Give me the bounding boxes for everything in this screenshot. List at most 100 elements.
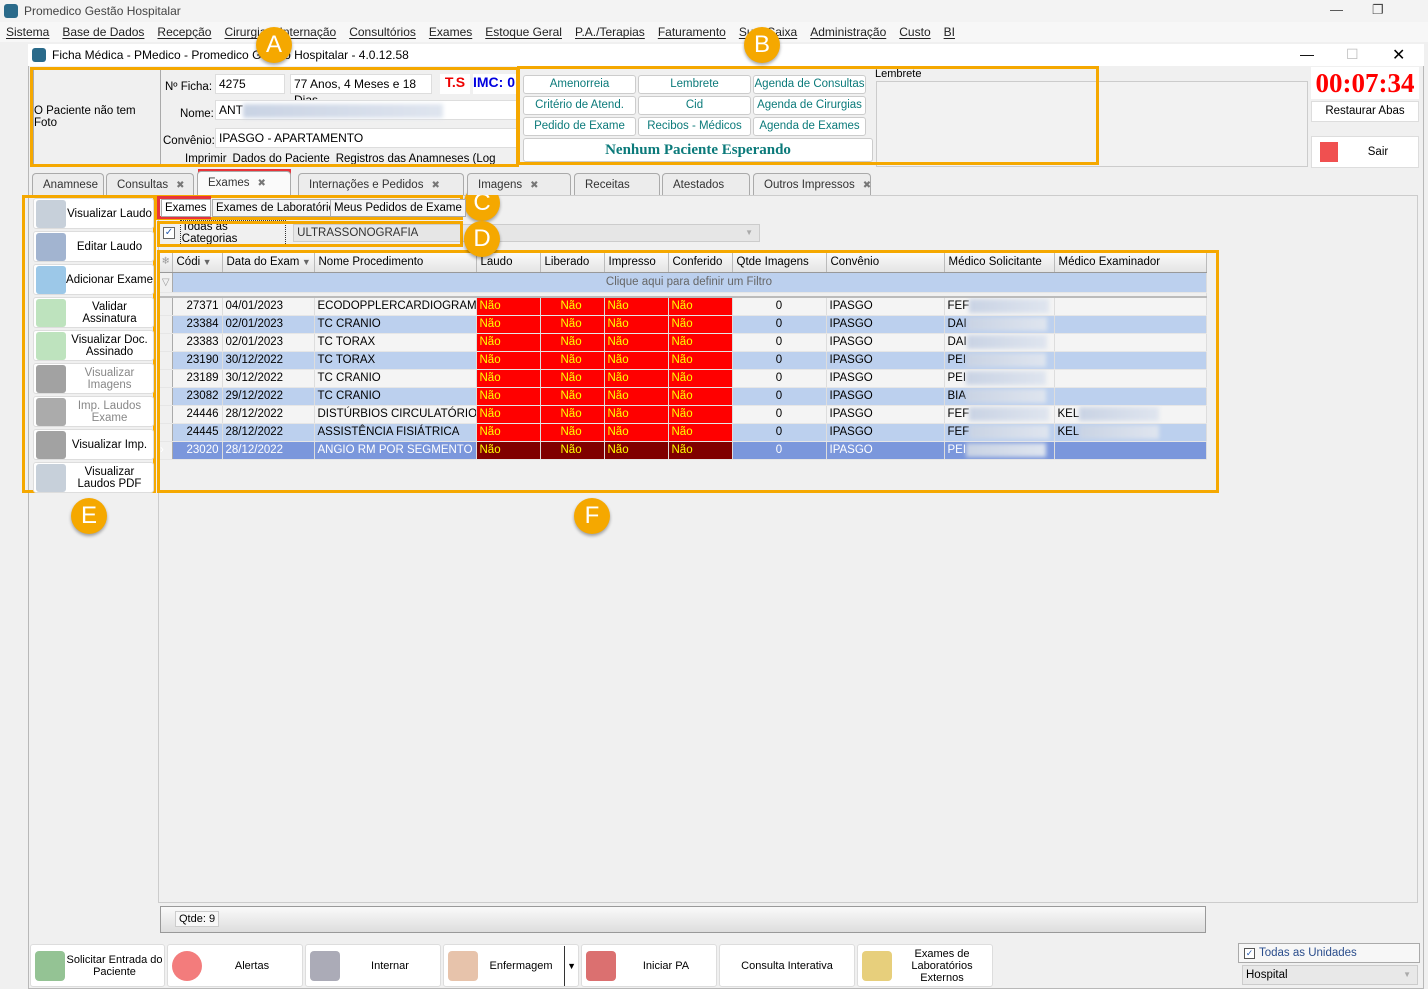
- visualizar-laudo-button[interactable]: Visualizar Laudo: [33, 198, 154, 229]
- close-tab-icon[interactable]: ✖: [431, 180, 439, 191]
- todas-categorias-label[interactable]: Todas as Categorias: [179, 220, 287, 246]
- exames-de-laboratorios-externos-button[interactable]: Exames de Laboratórios Externos: [857, 944, 993, 987]
- column-header-conferido[interactable]: Conferido: [668, 252, 733, 273]
- lembrete-textarea[interactable]: [876, 81, 1308, 167]
- unidade-select[interactable]: Hospital ▼: [1242, 965, 1418, 985]
- editar-laudo-button[interactable]: Editar Laudo: [33, 231, 154, 262]
- menu-estoque-geral[interactable]: Estoque Geral: [485, 25, 562, 39]
- tab-atestados[interactable]: Atestados: [662, 173, 750, 195]
- cell-laudo: Não: [476, 315, 541, 334]
- table-row[interactable]: 23189 30/12/2022 TC CRANIO Não Não Não Não 0 IPA…: [160, 369, 1207, 388]
- table-row[interactable]: 23190 30/12/2022 TC TORAX Não Não Não Não 0 IPAS…: [160, 351, 1207, 370]
- close-tab-icon[interactable]: ✖: [176, 180, 184, 191]
- close-tab-icon[interactable]: ✖: [863, 180, 871, 191]
- todas-unidades-label[interactable]: Todas as Unidades: [1259, 947, 1357, 959]
- close-tab-icon[interactable]: ✖: [530, 180, 538, 191]
- recibos-medicos-button[interactable]: Recibos - Médicos: [638, 117, 751, 136]
- visualizar-imp-button[interactable]: Visualizar Imp.: [33, 429, 154, 460]
- todas-unidades-checkbox[interactable]: ✓: [1244, 947, 1255, 959]
- minimize-icon[interactable]: —: [1330, 2, 1343, 17]
- menu-exames[interactable]: Exames: [429, 25, 472, 39]
- visualizar-laudos-pdf-button[interactable]: Visualizar Laudos PDF: [33, 462, 154, 493]
- cid-button[interactable]: Cid: [638, 96, 751, 115]
- solicitar-entrada-do-paciente-button[interactable]: Solicitar Entrada do Paciente: [30, 944, 165, 987]
- alertas-button[interactable]: Alertas: [167, 944, 303, 987]
- registros-anamneses-button[interactable]: Registros das Anamneses (Log: [336, 153, 496, 167]
- column-header-convenio[interactable]: Convênio: [826, 252, 945, 273]
- convenio-field[interactable]: IPASGO - APARTAMENTO: [215, 128, 517, 148]
- restaurar-abas-button[interactable]: Restaurar Abas: [1311, 101, 1419, 122]
- filter-row[interactable]: Clique aqui para definir um Filtro: [172, 272, 1207, 293]
- subtab-exames[interactable]: Exames: [161, 199, 211, 217]
- internar-button[interactable]: Internar: [305, 944, 441, 987]
- agenda-de-exames-button[interactable]: Agenda de Exames: [753, 117, 866, 136]
- tab-consultas[interactable]: Consultas ✖: [106, 173, 194, 195]
- exit-icon: [1320, 142, 1338, 162]
- column-header-liberado[interactable]: Liberado: [540, 252, 605, 273]
- pedido-de-exame-button[interactable]: Pedido de Exame: [523, 117, 636, 136]
- table-row[interactable]: 23384 02/01/2023 TC CRANIO Não Não Não Não 0 IPA…: [160, 315, 1207, 334]
- table-row[interactable]: 24446 28/12/2022 DISTÚRBIOS CIRCULATÓRIOS N…: [160, 405, 1207, 424]
- table-row[interactable]: 23082 29/12/2022 TC CRANIO Não Não Não Não 0 IPA…: [160, 387, 1207, 406]
- minimize-icon[interactable]: —: [1300, 46, 1314, 62]
- column-header-impresso[interactable]: Impresso: [604, 252, 669, 273]
- visualizar-doc-assinado-button[interactable]: Visualizar Doc. Assinado: [33, 330, 154, 361]
- row-indicator: [160, 297, 173, 316]
- column-header-nome-procedimento[interactable]: Nome Procedimento: [314, 252, 477, 273]
- menu-consultorios[interactable]: Consultórios: [349, 25, 416, 39]
- tab-anamnese[interactable]: Anamnese: [32, 173, 104, 195]
- ficha-field[interactable]: 4275: [215, 74, 285, 94]
- column-header-codi[interactable]: Códi ▼: [172, 252, 223, 273]
- table-row[interactable]: 23383 02/01/2023 TC TORAX Não Não Não Não 0 IPAS…: [160, 333, 1207, 352]
- column-header-qtde-imagens[interactable]: Qtde Imagens: [732, 252, 827, 273]
- restore-icon[interactable]: ❐: [1372, 2, 1384, 18]
- printer-icon: [36, 430, 66, 459]
- dados-paciente-button[interactable]: Dados do Paciente: [233, 153, 330, 167]
- tab-outros-impressos[interactable]: Outros Impressos ✖: [753, 173, 871, 195]
- subtab-exames-de-laboratorio[interactable]: Exames de Laboratório: [212, 199, 339, 217]
- menu-bi[interactable]: BI: [944, 25, 955, 39]
- maximize-icon[interactable]: ☐: [1346, 46, 1359, 63]
- column-header-data-do-exam[interactable]: Data do Exam ▼: [222, 252, 315, 273]
- sort-dropdown-icon[interactable]: ▼: [299, 257, 311, 267]
- sort-dropdown-icon[interactable]: ▼: [200, 257, 212, 267]
- nome-field[interactable]: ANT: [215, 100, 517, 120]
- adicionar-exame-button[interactable]: Adicionar Exame: [33, 264, 154, 295]
- agenda-de-consultas-button[interactable]: Agenda de Consultas: [753, 75, 866, 94]
- menu-administracao[interactable]: Administração: [810, 25, 886, 39]
- lembrete-button[interactable]: Lembrete: [638, 75, 751, 94]
- iniciar-pa-button[interactable]: Iniciar PA: [581, 944, 717, 987]
- close-tab-icon[interactable]: ✖: [258, 178, 266, 189]
- menu-recepcao[interactable]: Recepção: [157, 25, 211, 39]
- menu-sistema[interactable]: Sistema: [6, 25, 49, 39]
- imprimir-button[interactable]: Imprimir: [185, 153, 227, 167]
- grid-settings-icon[interactable]: ❄: [160, 252, 173, 273]
- table-row[interactable]: › 23020 28/12/2022 ANGIO RM POR SEGMENTO Não…: [160, 441, 1207, 460]
- tab-imagens[interactable]: Imagens ✖: [467, 173, 571, 195]
- table-row[interactable]: 27371 04/01/2023 ECODOPPLERCARDIOGRAMA Não N…: [160, 297, 1207, 316]
- menu-p-a-terapias[interactable]: P.A./Terapias: [575, 25, 645, 39]
- consulta-interativa-button[interactable]: Consulta Interativa: [719, 944, 855, 987]
- menu-faturamento[interactable]: Faturamento: [658, 25, 726, 39]
- column-header-medico-examinador[interactable]: Médico Examinador: [1054, 252, 1207, 273]
- menu-custo[interactable]: Custo: [899, 25, 930, 39]
- visualizar-imagens-button[interactable]: Visualizar Imagens: [33, 363, 154, 394]
- amenorreia-button[interactable]: Amenorreia: [523, 75, 636, 94]
- tab-receitas[interactable]: Receitas: [574, 173, 660, 195]
- column-header-medico-solicitante[interactable]: Médico Solicitante: [944, 252, 1055, 273]
- sair-button[interactable]: Sair: [1311, 136, 1419, 168]
- tab-exames[interactable]: Exames ✖: [197, 171, 291, 195]
- todas-categorias-checkbox[interactable]: ✓: [163, 227, 175, 239]
- table-row[interactable]: 24445 28/12/2022 ASSISTÊNCIA FISIÁTRICA Não…: [160, 423, 1207, 442]
- enfermagem-dropdown-icon[interactable]: ▼: [564, 945, 578, 986]
- close-icon[interactable]: ✕: [1392, 45, 1405, 65]
- subtab-meus-pedidos-de-exame[interactable]: Meus Pedidos de Exame: [330, 199, 466, 217]
- criterio-de-atend-button[interactable]: Critério de Atend.: [523, 96, 636, 115]
- validar-assinatura-button[interactable]: Validar Assinatura: [33, 297, 154, 328]
- enfermagem-button[interactable]: Enfermagem ▼: [443, 944, 579, 987]
- menu-base-de-dados[interactable]: Base de Dados: [62, 25, 144, 39]
- imp-laudos-exame-button[interactable]: Imp. Laudos Exame: [33, 396, 154, 427]
- agenda-de-cirurgias-button[interactable]: Agenda de Cirurgias: [753, 96, 866, 115]
- categoria-select[interactable]: ULTRASSONOGRAFIA ▼: [293, 224, 760, 242]
- tab-internacoes-e-pedidos[interactable]: Internações e Pedidos ✖: [298, 173, 464, 195]
